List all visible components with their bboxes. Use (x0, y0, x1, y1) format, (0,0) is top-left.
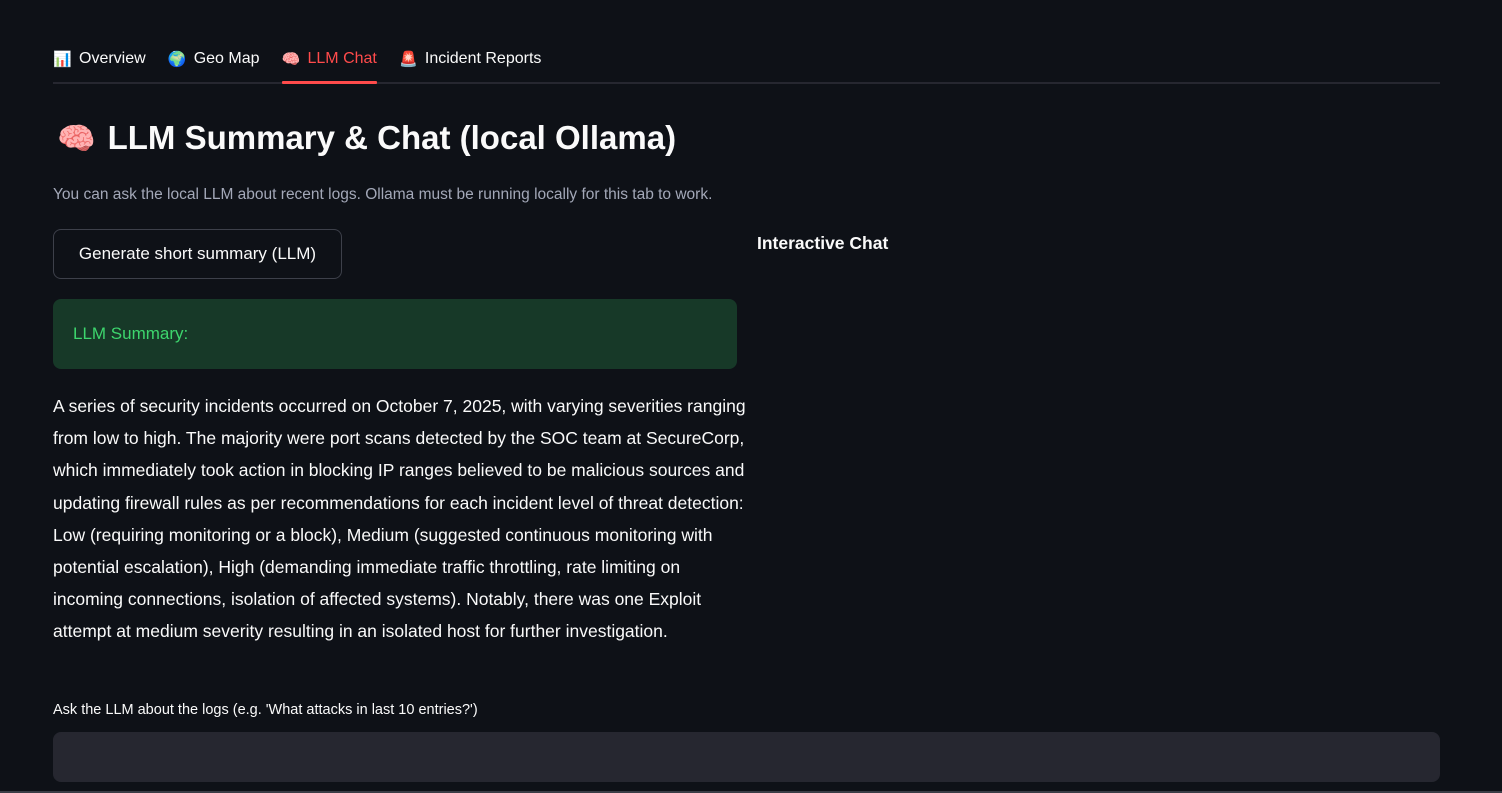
tab-label: Geo Map (193, 50, 260, 67)
tab-label: Overview (79, 50, 146, 67)
brain-icon: 🧠 (281, 51, 301, 68)
siren-icon: 🚨 (399, 51, 418, 68)
tab-incident-reports[interactable]: 🚨 Incident Reports (399, 36, 542, 82)
brain-icon: 🧠 (57, 120, 96, 156)
page-title-text: LLM Summary & Chat (local Ollama) (107, 119, 677, 156)
tab-bar: 📊 Overview 🌍 Geo Map 🧠 LLM Chat 🚨 Incide… (53, 36, 1440, 84)
llm-summary-text: A series of security incidents occurred … (53, 396, 746, 642)
tab-geo-map[interactable]: 🌍 Geo Map (168, 36, 260, 82)
bar-chart-icon: 📊 (53, 51, 72, 68)
llm-summary-box: LLM Summary: (53, 299, 737, 369)
globe-icon: 🌍 (167, 51, 187, 68)
chat-input[interactable] (53, 732, 1440, 782)
chat-input-label: Ask the LLM about the logs (e.g. 'What a… (53, 702, 478, 718)
tab-label: LLM Chat (307, 50, 377, 67)
app-root: 📊 Overview 🌍 Geo Map 🧠 LLM Chat 🚨 Incide… (0, 0, 1502, 793)
llm-summary-label: LLM Summary: (73, 324, 189, 343)
tab-overview[interactable]: 📊 Overview (53, 36, 146, 82)
generate-summary-button[interactable]: Generate short summary (LLM) (53, 229, 342, 279)
tab-label: Incident Reports (424, 50, 542, 67)
interactive-chat-heading: Interactive Chat (757, 233, 889, 253)
page-title: 🧠 LLM Summary & Chat (local Ollama) (57, 119, 676, 157)
page-caption: You can ask the local LLM about recent l… (53, 186, 713, 203)
tab-llm-chat[interactable]: 🧠 LLM Chat (281, 36, 378, 84)
